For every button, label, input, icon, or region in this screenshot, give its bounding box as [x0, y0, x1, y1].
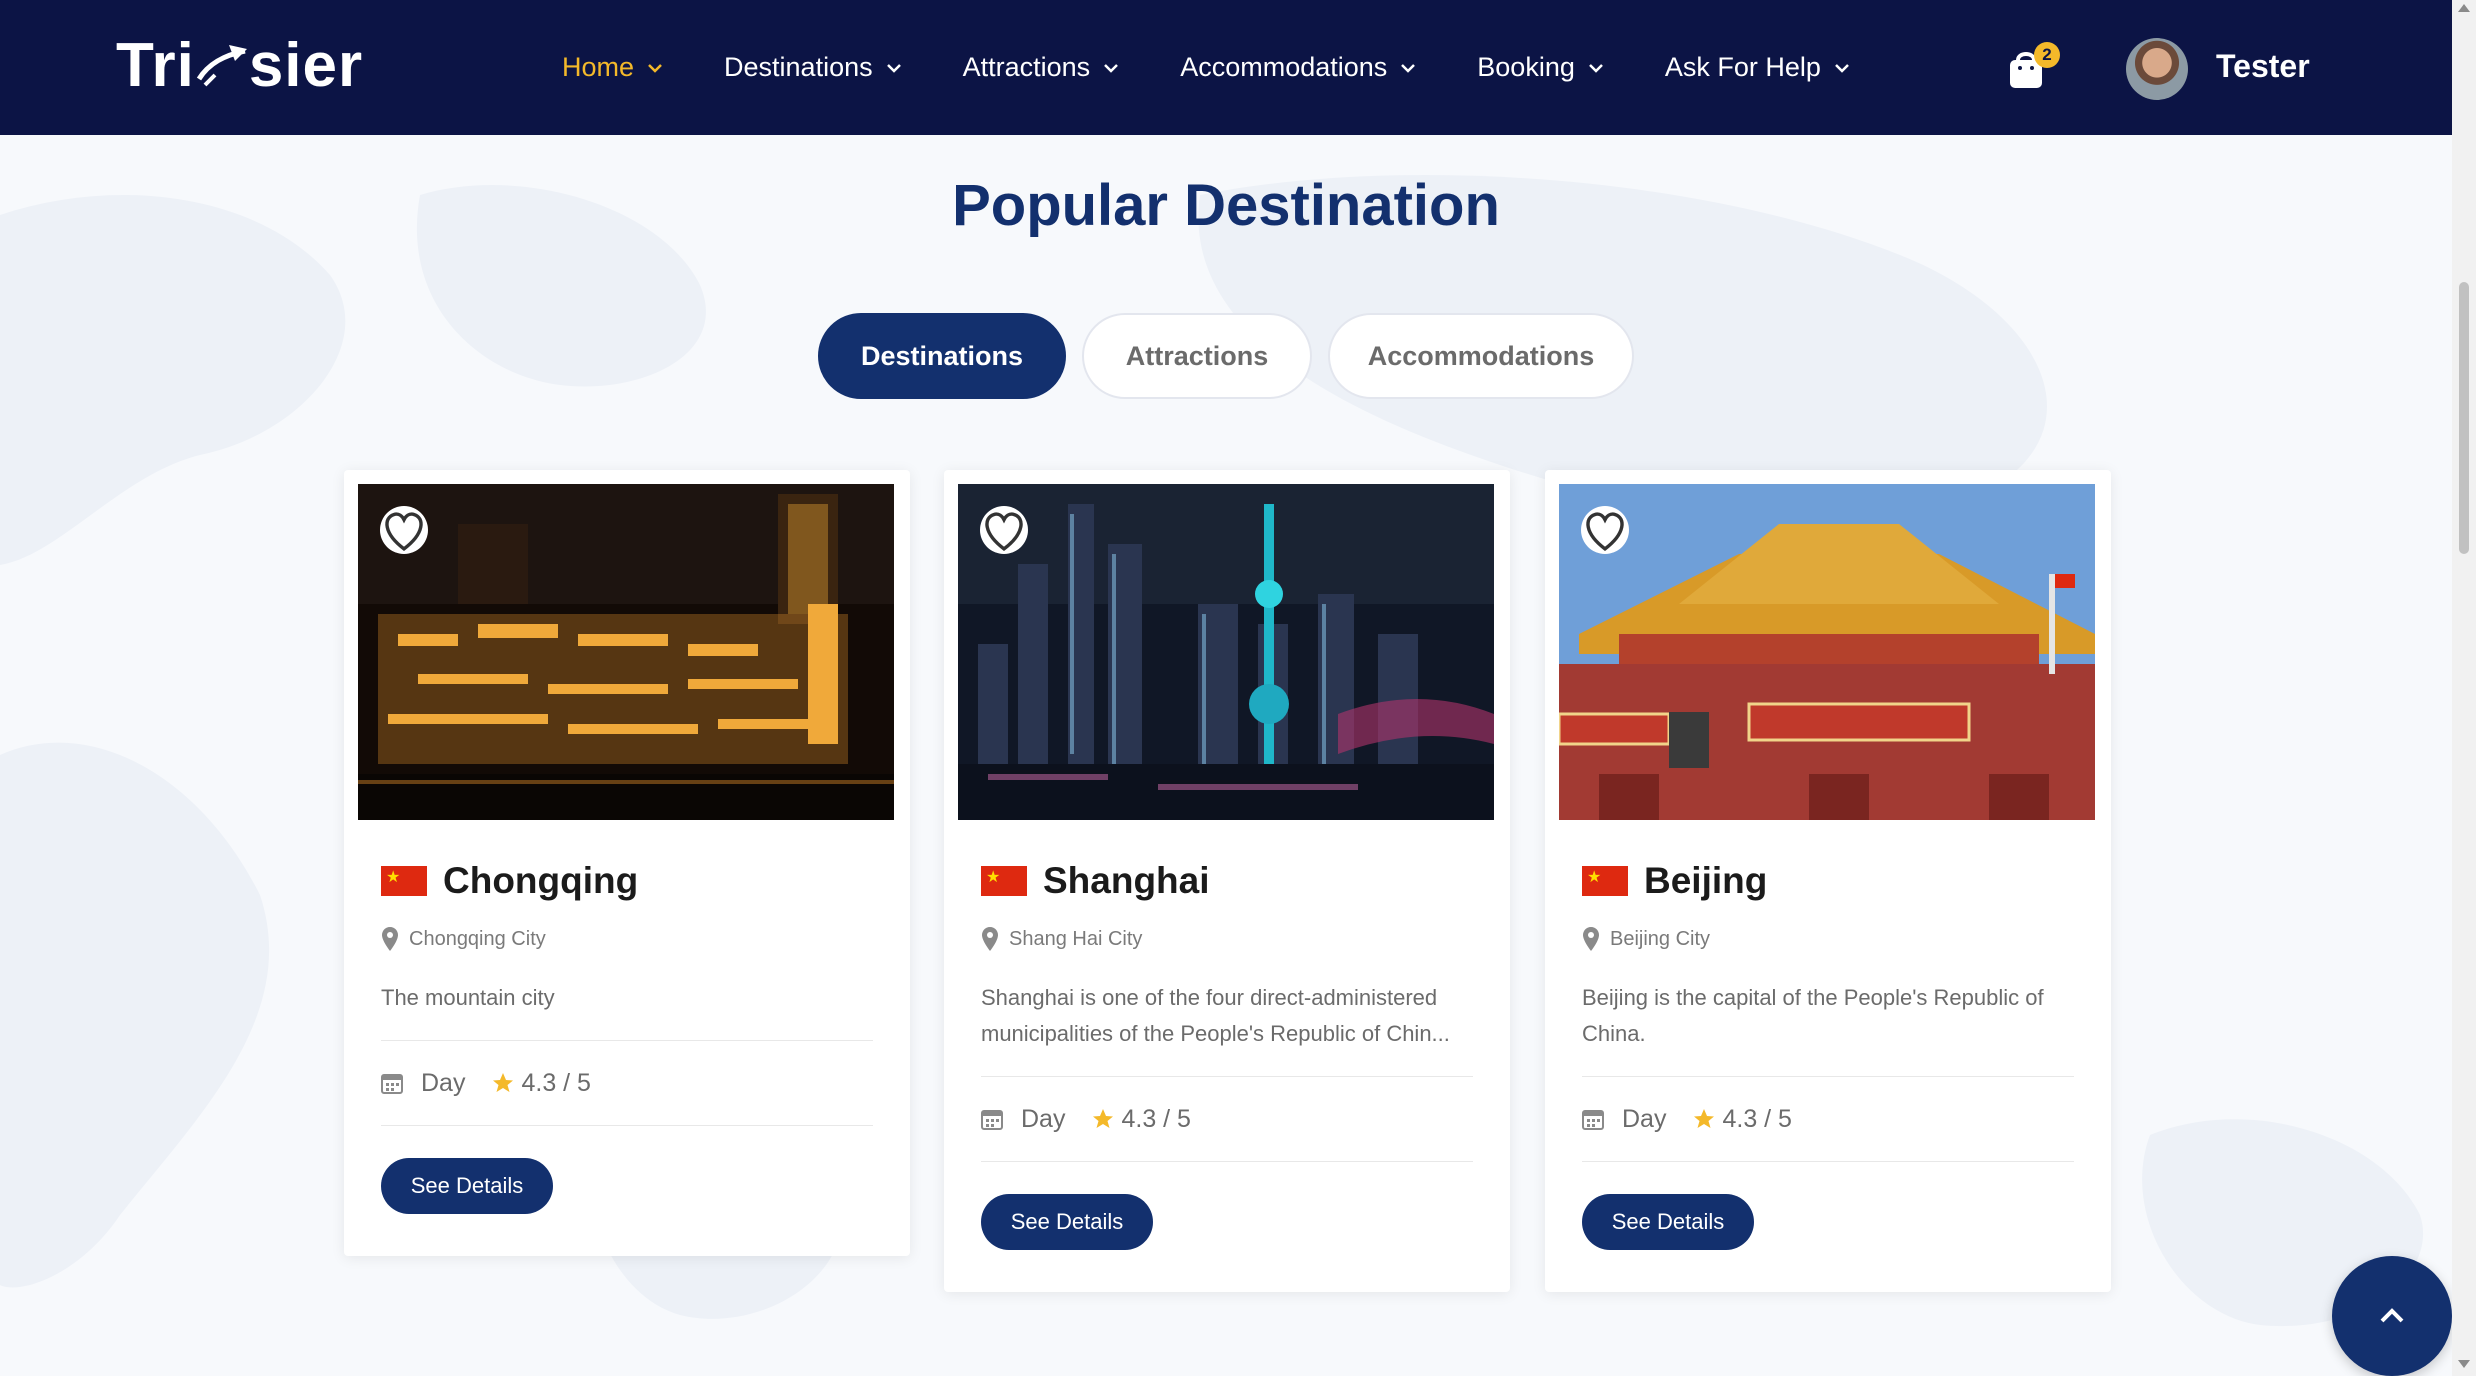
calendar-icon — [1582, 1110, 1604, 1130]
page-scrollbar[interactable] — [2452, 0, 2476, 1376]
see-details-button[interactable]: See Details — [381, 1158, 553, 1214]
rating-label: 4.3 / 5 — [1121, 1104, 1191, 1133]
card-body: ★ Shanghai Shang Hai City Shanghai is on… — [981, 860, 1473, 1250]
card-title[interactable]: Chongqing — [443, 860, 638, 902]
scroll-up-arrow-icon[interactable] — [2458, 4, 2470, 12]
star-icon — [1694, 1109, 1715, 1128]
chevron-down-icon — [1401, 63, 1416, 73]
map-pin-icon — [1583, 927, 1599, 951]
card-location: Chongqing City — [409, 927, 546, 950]
duration-label: Day — [421, 1068, 466, 1097]
scroll-down-arrow-icon[interactable] — [2458, 1360, 2470, 1368]
duration-label: Day — [1021, 1104, 1066, 1133]
rating-label: 4.3 / 5 — [1722, 1104, 1792, 1133]
china-flag-icon: ★ — [381, 866, 427, 896]
nav-item-attractions[interactable]: Attractions — [963, 52, 1123, 83]
nav-item-destinations[interactable]: Destinations — [724, 52, 905, 83]
destination-image[interactable] — [958, 484, 1494, 820]
calendar-icon — [981, 1110, 1003, 1130]
card-description: The mountain city — [381, 985, 555, 1010]
chevron-down-icon — [1104, 63, 1119, 73]
map-pin-icon — [382, 927, 398, 951]
duration-label: Day — [1622, 1104, 1667, 1133]
chevron-down-icon — [1588, 63, 1603, 73]
calendar-icon — [381, 1074, 403, 1094]
card-location: Beijing City — [1610, 927, 1711, 950]
section-title: Popular Destination — [952, 173, 1500, 238]
tab-attractions[interactable]: Attractions — [1082, 313, 1312, 399]
map-pin-icon — [982, 927, 998, 951]
see-details-button[interactable]: See Details — [981, 1194, 1153, 1250]
nav-item-ask-for-help[interactable]: Ask For Help — [1665, 52, 1853, 83]
card-title[interactable]: Shanghai — [1043, 860, 1210, 902]
nav-item-label: Home — [562, 52, 635, 82]
nav-item-label: Ask For Help — [1664, 52, 1821, 82]
divider — [981, 1161, 1473, 1162]
top-navbar: Tri sier Home Destinations Attractions A… — [0, 0, 2452, 135]
card-body: ★ Chongqing Chongqing City The mountain … — [381, 860, 873, 1214]
avatar[interactable] — [2126, 38, 2188, 100]
nav-item-label: Destinations — [724, 52, 873, 82]
back-to-top-button[interactable] — [2332, 1256, 2452, 1376]
card-description: Beijing is the capital of the People's R… — [1582, 985, 2044, 1046]
chevron-down-icon — [886, 63, 901, 73]
nav-item-label: Accommodations — [1180, 52, 1388, 82]
destination-card-shanghai: ★ Shanghai Shang Hai City Shanghai is on… — [944, 470, 1510, 1292]
cart-count-badge: 2 — [2034, 42, 2060, 68]
china-flag-icon: ★ — [1582, 866, 1628, 896]
favorite-button[interactable] — [380, 506, 428, 554]
cart-button[interactable]: 2 — [2006, 42, 2060, 94]
rating-label: 4.3 / 5 — [521, 1068, 591, 1097]
nav-item-home[interactable]: Home — [562, 52, 666, 83]
brand-logo[interactable]: Tri sier — [116, 30, 363, 100]
category-tabs: Destinations Attractions Accommodations — [818, 313, 1650, 399]
card-description: Shanghai is one of the four direct-admin… — [981, 985, 1450, 1046]
divider — [381, 1125, 873, 1126]
plane-icon — [195, 35, 249, 95]
divider — [1582, 1161, 2074, 1162]
heart-icon — [1586, 512, 1624, 552]
nav-item-label: Booking — [1477, 52, 1575, 82]
card-title[interactable]: Beijing — [1644, 860, 1767, 902]
chevron-down-icon — [1835, 63, 1849, 73]
destination-image[interactable] — [1559, 484, 2095, 820]
chevron-up-icon — [2380, 1308, 2404, 1323]
heart-icon — [385, 512, 423, 552]
nav-item-booking[interactable]: Booking — [1477, 52, 1607, 83]
brand-text-end: sier — [248, 30, 364, 100]
scroll-thumb[interactable] — [2459, 282, 2469, 554]
china-flag-icon: ★ — [981, 866, 1027, 896]
tab-destinations[interactable]: Destinations — [818, 313, 1066, 399]
nav-item-accommodations[interactable]: Accommodations — [1180, 52, 1419, 83]
destination-card-beijing: ★ Beijing Beijing City Beijing is the ca… — [1545, 470, 2111, 1292]
favorite-button[interactable] — [980, 506, 1028, 554]
card-location: Shang Hai City — [1009, 927, 1143, 950]
favorite-button[interactable] — [1581, 506, 1629, 554]
destination-image[interactable] — [358, 484, 894, 820]
brand-text-start: Tri — [116, 30, 195, 100]
main-nav: Home Destinations Attractions Accommodat… — [562, 0, 1911, 135]
chevron-down-icon — [648, 63, 662, 73]
tab-accommodations[interactable]: Accommodations — [1328, 313, 1634, 399]
heart-icon — [985, 512, 1023, 552]
user-name[interactable]: Tester — [2216, 48, 2310, 85]
see-details-button[interactable]: See Details — [1582, 1194, 1754, 1250]
star-icon — [1093, 1109, 1114, 1128]
destination-card-chongqing: ★ Chongqing Chongqing City The mountain … — [344, 470, 910, 1256]
nav-item-label: Attractions — [962, 52, 1091, 82]
card-body: ★ Beijing Beijing City Beijing is the ca… — [1582, 860, 2074, 1250]
star-icon — [493, 1073, 514, 1092]
